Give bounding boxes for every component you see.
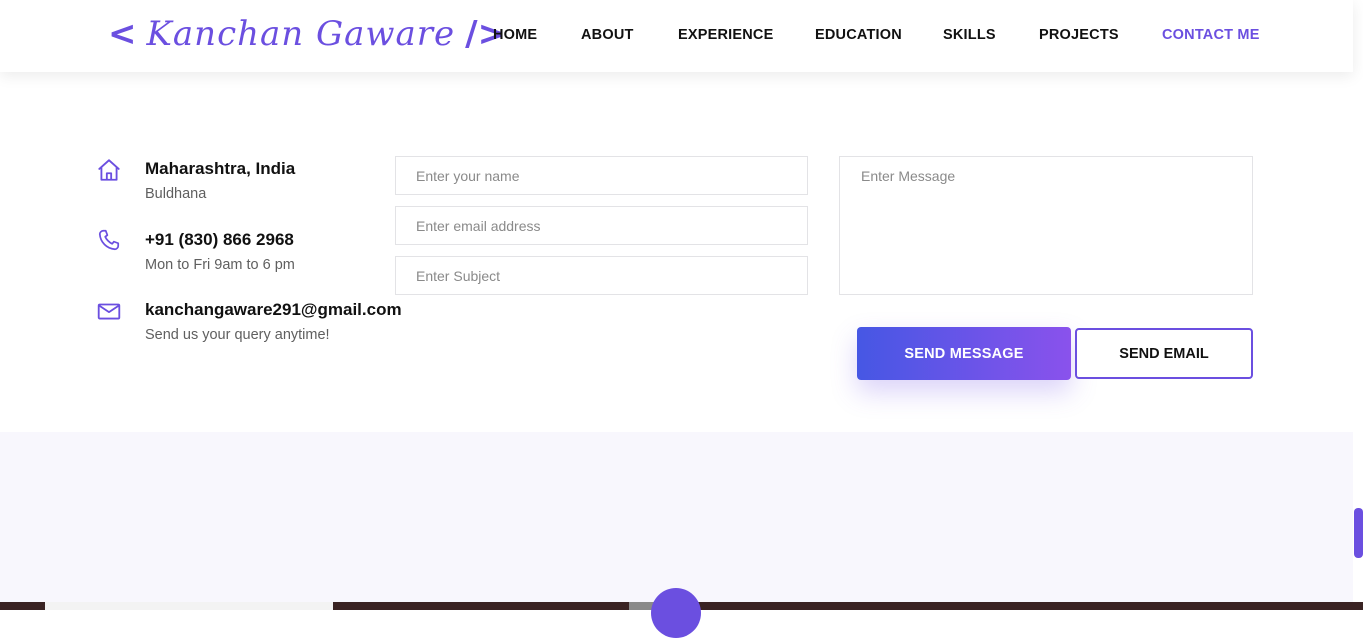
phone-icon [98, 229, 120, 251]
email-subtitle: Send us your query anytime! [145, 327, 330, 343]
back-to-top-button[interactable] [651, 588, 701, 638]
nav-projects[interactable]: PROJECTS [1039, 27, 1119, 43]
message-textarea[interactable] [839, 156, 1253, 295]
top-navbar: < Kanchan Gaware /> HOME ABOUT EXPERIENC… [0, 0, 1353, 72]
address-title: Maharashtra, India [145, 159, 296, 178]
nav-education[interactable]: EDUCATION [815, 27, 902, 43]
email-title[interactable]: kanchangaware291@gmail.com [145, 300, 402, 320]
lower-section [0, 432, 1353, 604]
address-subtitle: Buldhana [145, 186, 207, 202]
nav-about[interactable]: ABOUT [581, 27, 634, 43]
nav-experience[interactable]: EXPERIENCE [678, 27, 773, 43]
name-input[interactable] [395, 156, 808, 195]
nav-skills[interactable]: SKILLS [943, 27, 996, 43]
email-input[interactable] [395, 206, 808, 245]
bottom-strip-segment [45, 602, 333, 610]
home-icon [98, 159, 120, 181]
phone-title[interactable]: +91 (830) 866 2968 [145, 230, 294, 250]
scrollbar-thumb[interactable] [1354, 508, 1363, 558]
nav-home[interactable]: HOME [493, 27, 537, 43]
main-nav: HOME ABOUT EXPERIENCE EDUCATION SKILLS P… [0, 27, 1353, 47]
send-email-button[interactable]: SEND EMAIL [1075, 328, 1253, 379]
mail-icon [97, 303, 121, 320]
nav-contact-me[interactable]: CONTACT ME [1162, 27, 1260, 43]
phone-subtitle: Mon to Fri 9am to 6 pm [145, 257, 295, 273]
send-message-button[interactable]: SEND MESSAGE [857, 327, 1071, 380]
subject-input[interactable] [395, 256, 808, 295]
